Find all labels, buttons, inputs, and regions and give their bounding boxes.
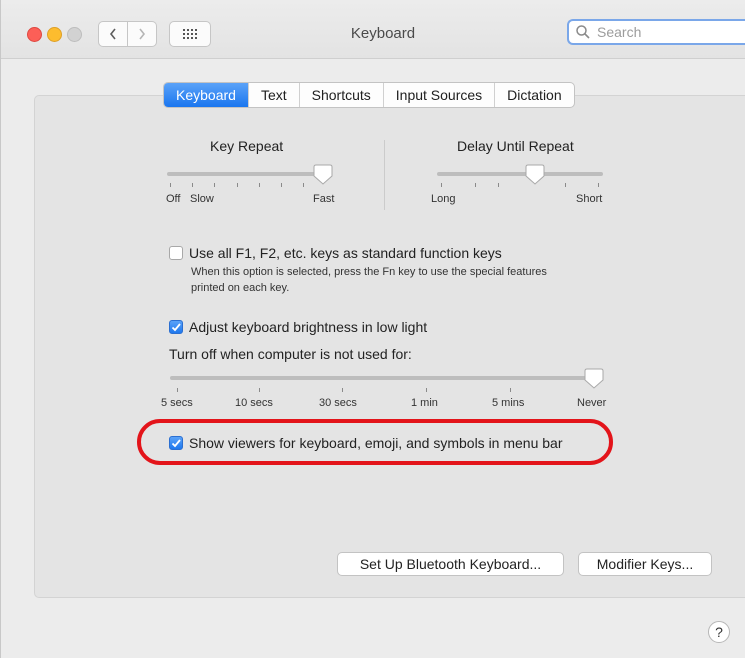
modifier-keys-button[interactable]: Modifier Keys... bbox=[578, 552, 712, 576]
key-repeat-title: Key Repeat bbox=[210, 138, 284, 154]
function-keys-label[interactable]: Use all F1, F2, etc. keys as standard fu… bbox=[189, 245, 502, 261]
search-input[interactable] bbox=[595, 23, 739, 41]
annotation-highlight-ring bbox=[137, 419, 613, 465]
search-field[interactable] bbox=[567, 19, 745, 45]
grid-icon bbox=[183, 29, 197, 39]
back-button[interactable] bbox=[98, 21, 128, 47]
tab-dictation[interactable]: Dictation bbox=[494, 83, 573, 107]
slider-tick bbox=[342, 388, 343, 392]
minimize-window-button[interactable] bbox=[47, 27, 62, 42]
setup-bluetooth-keyboard-button[interactable]: Set Up Bluetooth Keyboard... bbox=[337, 552, 564, 576]
turn-off-1-min-label: 1 min bbox=[411, 397, 438, 409]
brightness-checkbox[interactable] bbox=[169, 320, 183, 334]
preferences-window: Keyboard Keyboard Text Shortcuts Input S… bbox=[0, 0, 745, 658]
slider-tick bbox=[192, 183, 193, 187]
slider-tick bbox=[475, 183, 476, 187]
help-button[interactable]: ? bbox=[708, 621, 730, 643]
zoom-window-button[interactable] bbox=[67, 27, 82, 42]
key-repeat-thumb[interactable] bbox=[313, 164, 333, 186]
function-keys-checkbox[interactable] bbox=[169, 246, 183, 260]
slider-tick bbox=[177, 388, 178, 392]
turn-off-track bbox=[170, 376, 600, 380]
key-repeat-fast-label: Fast bbox=[313, 193, 335, 205]
slider-tick bbox=[303, 183, 304, 187]
tab-shortcuts[interactable]: Shortcuts bbox=[298, 83, 383, 107]
delay-long-label: Long bbox=[431, 193, 456, 205]
delay-until-repeat-title: Delay Until Repeat bbox=[457, 138, 574, 154]
turn-off-thumb[interactable] bbox=[584, 368, 604, 390]
close-window-button[interactable] bbox=[27, 27, 42, 42]
delay-track bbox=[437, 172, 603, 176]
turn-off-5-secs-label: 5 secs bbox=[161, 397, 193, 409]
key-repeat-off-label: Off bbox=[166, 193, 181, 205]
turn-off-never-label: Never bbox=[577, 397, 607, 409]
tab-input-sources[interactable]: Input Sources bbox=[382, 83, 494, 107]
show-all-button[interactable] bbox=[169, 21, 211, 47]
tab-text[interactable]: Text bbox=[247, 83, 299, 107]
slider-tick bbox=[565, 183, 566, 187]
slider-tick bbox=[441, 183, 442, 187]
slider-tick bbox=[498, 183, 499, 187]
slider-tick bbox=[426, 388, 427, 392]
turn-off-5-mins-label: 5 mins bbox=[492, 397, 525, 409]
function-keys-description-1: When this option is selected, press the … bbox=[191, 266, 547, 278]
slider-tick bbox=[259, 183, 260, 187]
window-title: Keyboard bbox=[350, 25, 416, 42]
chevron-left-icon bbox=[109, 28, 116, 40]
titlebar: Keyboard bbox=[1, 0, 745, 59]
slider-tick bbox=[170, 183, 171, 187]
slider-tick bbox=[214, 183, 215, 187]
section-divider bbox=[384, 140, 385, 210]
turn-off-label: Turn off when computer is not used for: bbox=[169, 346, 412, 362]
magnifier-icon bbox=[576, 25, 590, 39]
key-repeat-track bbox=[167, 172, 323, 176]
brightness-label[interactable]: Adjust keyboard brightness in low light bbox=[189, 319, 427, 335]
slider-tick bbox=[281, 183, 282, 187]
function-keys-description-2: printed on each key. bbox=[191, 282, 290, 294]
turn-off-10-secs-label: 10 secs bbox=[235, 397, 273, 409]
delay-thumb[interactable] bbox=[525, 164, 545, 186]
turn-off-30-secs-label: 30 secs bbox=[319, 397, 357, 409]
slider-tick bbox=[510, 388, 511, 392]
checkmark-icon bbox=[171, 323, 181, 332]
slider-tick bbox=[598, 183, 599, 187]
forward-button[interactable] bbox=[128, 21, 157, 47]
key-repeat-slow-label: Slow bbox=[190, 193, 214, 205]
slider-tick bbox=[237, 183, 238, 187]
question-icon: ? bbox=[715, 624, 723, 640]
chevron-right-icon bbox=[139, 28, 146, 40]
tab-bar: Keyboard Text Shortcuts Input Sources Di… bbox=[163, 82, 575, 108]
slider-tick bbox=[259, 388, 260, 392]
delay-short-label: Short bbox=[576, 193, 603, 205]
tab-keyboard[interactable]: Keyboard bbox=[164, 83, 248, 107]
